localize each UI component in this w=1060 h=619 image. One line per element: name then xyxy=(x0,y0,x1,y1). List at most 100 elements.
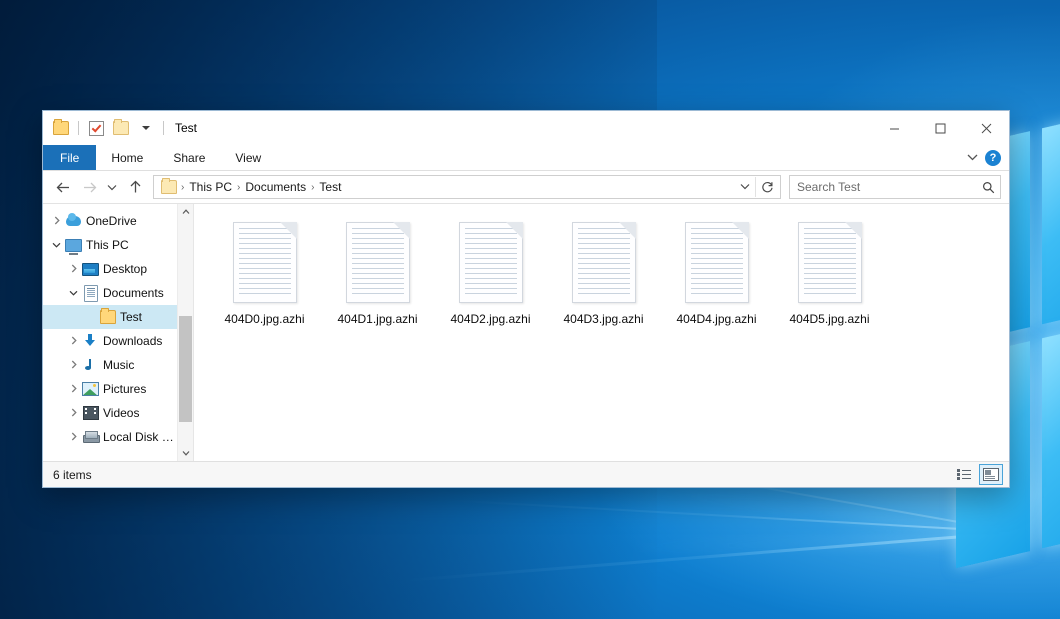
sidebar-item-label: Documents xyxy=(103,286,164,300)
sidebar-item-test[interactable]: Test xyxy=(43,305,177,329)
back-button[interactable] xyxy=(51,175,75,199)
up-button[interactable] xyxy=(123,175,147,199)
ribbon-tab-bar: File Home Share View ? xyxy=(43,145,1009,171)
generic-file-icon xyxy=(798,222,862,303)
file-name-label: 404D0.jpg.azhi xyxy=(224,312,304,326)
tab-home[interactable]: Home xyxy=(96,145,158,170)
scrollbar-thumb[interactable] xyxy=(179,316,192,422)
generic-file-icon xyxy=(459,222,523,303)
forward-button xyxy=(77,175,101,199)
sidebar-item-downloads[interactable]: Downloads xyxy=(43,329,177,353)
recent-locations-button[interactable] xyxy=(103,175,121,199)
breadcrumb-documents[interactable]: Documents xyxy=(242,180,309,194)
ribbon-right-controls: ? xyxy=(967,145,1009,170)
tab-file[interactable]: File xyxy=(43,145,96,170)
address-bar-row: › This PC › Documents › Test xyxy=(43,171,1009,203)
item-count-label: 6 items xyxy=(53,468,92,482)
sidebar-item-label: Desktop xyxy=(103,262,147,276)
chevron-right-icon[interactable] xyxy=(65,408,82,419)
file-list-pane[interactable]: 404D0.jpg.azhi 404D1.jpg.azhi404D2.jpg.az… xyxy=(193,204,1009,461)
file-item[interactable]: 404D3.jpg.azhi xyxy=(547,218,660,340)
maximize-button[interactable] xyxy=(917,111,963,145)
properties-icon[interactable] xyxy=(85,117,107,139)
tab-share[interactable]: Share xyxy=(158,145,220,170)
chevron-down-icon[interactable] xyxy=(65,288,82,298)
scrollbar-track[interactable] xyxy=(178,220,193,445)
sidebar-item-label: Videos xyxy=(103,406,139,420)
cloud-icon xyxy=(65,213,82,229)
sidebar-item-label: Pictures xyxy=(103,382,146,396)
navigation-pane: OneDrive This PC Desktop Documents Test Downl… xyxy=(43,204,193,461)
qat-divider xyxy=(78,121,79,135)
explorer-body: OneDrive This PC Desktop Documents Test Downl… xyxy=(43,203,1009,461)
pc-icon xyxy=(65,237,82,253)
file-item[interactable]: 404D1.jpg.azhi xyxy=(321,218,434,340)
folder-tree: OneDrive This PC Desktop Documents Test Downl… xyxy=(43,204,177,461)
chevron-down-icon[interactable] xyxy=(48,240,65,250)
sidebar-item-documents[interactable]: Documents xyxy=(43,281,177,305)
sidebar-item-label: Test xyxy=(120,310,142,324)
file-item[interactable]: 404D2.jpg.azhi xyxy=(434,218,547,340)
logo-pane xyxy=(1042,314,1060,548)
sidebar-item-desktop[interactable]: Desktop xyxy=(43,257,177,281)
new-folder-icon[interactable] xyxy=(110,117,132,139)
sidebar-item-pictures[interactable]: Pictures xyxy=(43,377,177,401)
chevron-right-icon[interactable] xyxy=(48,216,65,227)
refresh-icon[interactable] xyxy=(755,177,778,197)
pictures-icon xyxy=(82,381,99,397)
qat-divider xyxy=(163,121,164,135)
chevron-right-icon[interactable] xyxy=(65,360,82,371)
view-mode-buttons xyxy=(952,464,1003,485)
file-name-label: 404D5.jpg.azhi xyxy=(789,312,869,326)
chevron-right-icon[interactable] xyxy=(65,264,82,275)
quick-access-toolbar: Test xyxy=(43,117,197,139)
breadcrumb-this-pc[interactable]: This PC xyxy=(186,180,235,194)
details-view-button[interactable] xyxy=(952,464,976,485)
status-bar: 6 items xyxy=(43,461,1009,487)
customize-quick-access-caret-icon[interactable] xyxy=(135,117,157,139)
sidebar-item-label: OneDrive xyxy=(86,214,137,228)
window-controls xyxy=(871,111,1009,145)
sidebar-item-videos[interactable]: Videos xyxy=(43,401,177,425)
breadcrumb-separator: › xyxy=(309,182,316,193)
breadcrumb-test[interactable]: Test xyxy=(316,180,344,194)
chevron-down-icon[interactable] xyxy=(967,152,978,164)
chevron-right-icon[interactable] xyxy=(65,336,82,347)
scroll-up-arrow-icon[interactable] xyxy=(178,204,193,220)
title-bar: Test xyxy=(43,111,1009,145)
chevron-down-icon[interactable] xyxy=(735,182,755,193)
help-icon[interactable]: ? xyxy=(985,150,1001,166)
sidebar-item-label: Local Disk (C:) xyxy=(103,430,177,444)
sidebar-item-local-disk-c[interactable]: Local Disk (C:) xyxy=(43,425,177,449)
minimize-button[interactable] xyxy=(871,111,917,145)
large-icons-view-button[interactable] xyxy=(979,464,1003,485)
search-box[interactable] xyxy=(789,175,1001,199)
generic-file-icon xyxy=(685,222,749,303)
search-icon[interactable] xyxy=(982,181,995,194)
sidebar-item-label: This PC xyxy=(86,238,129,252)
folder-icon[interactable] xyxy=(50,117,72,139)
disk-icon xyxy=(82,429,99,445)
file-explorer-window: Test File Home Share View xyxy=(42,110,1010,488)
sidebar-item-this-pc[interactable]: This PC xyxy=(43,233,177,257)
file-name-label: 404D3.jpg.azhi xyxy=(563,312,643,326)
scroll-down-arrow-icon[interactable] xyxy=(178,445,193,461)
music-icon xyxy=(82,357,99,373)
file-item[interactable]: 404D5.jpg.azhi xyxy=(773,218,886,340)
file-item[interactable]: 404D4.jpg.azhi xyxy=(660,218,773,340)
address-folder-icon xyxy=(159,180,179,194)
address-bar[interactable]: › This PC › Documents › Test xyxy=(153,175,781,199)
sidebar-item-music[interactable]: Music xyxy=(43,353,177,377)
sidebar-scrollbar[interactable] xyxy=(177,204,193,461)
chevron-right-icon[interactable] xyxy=(65,384,82,395)
sidebar-item-label: Music xyxy=(103,358,134,372)
sidebar-item-onedrive[interactable]: OneDrive xyxy=(43,209,177,233)
chevron-right-icon[interactable] xyxy=(65,432,82,443)
file-item[interactable]: 404D0.jpg.azhi xyxy=(208,218,321,340)
search-input[interactable] xyxy=(795,179,982,195)
close-button[interactable] xyxy=(963,111,1009,145)
generic-file-icon xyxy=(346,222,410,303)
videos-icon xyxy=(82,405,99,421)
tab-view[interactable]: View xyxy=(220,145,276,170)
generic-file-icon xyxy=(233,222,297,303)
